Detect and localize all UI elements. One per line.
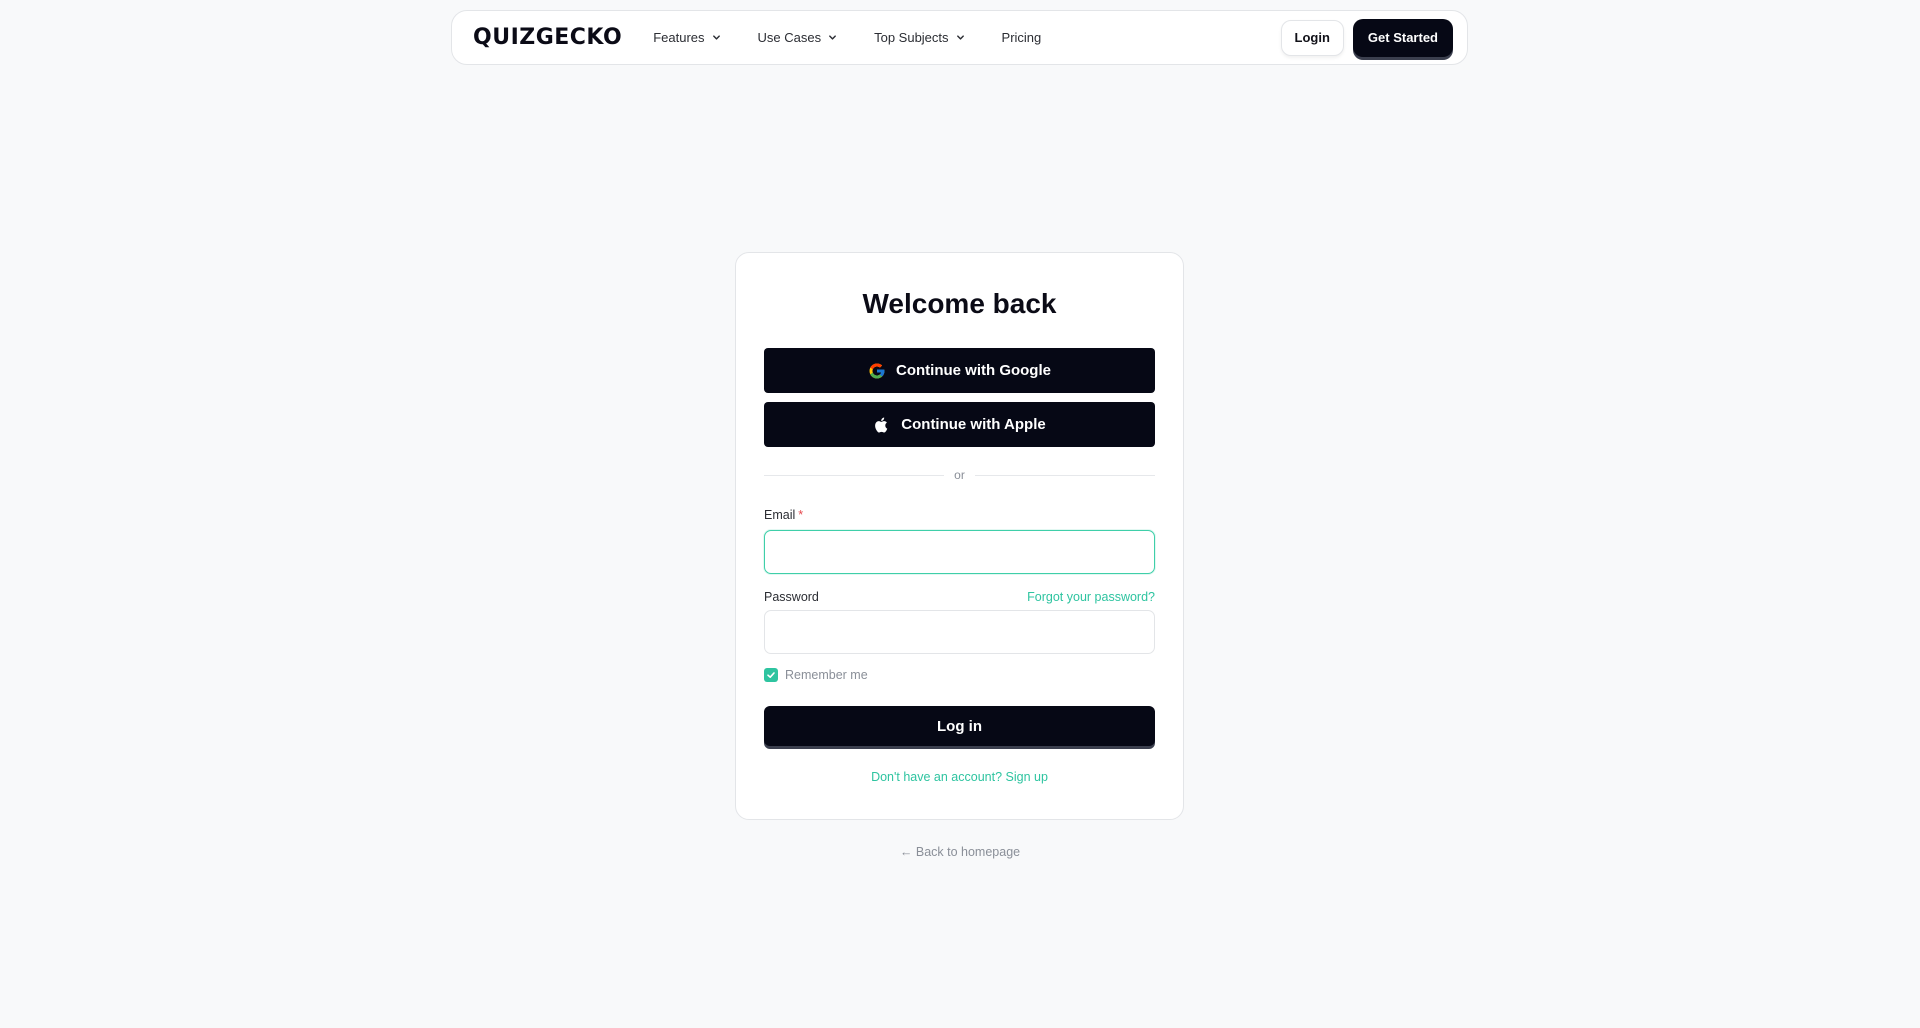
- or-divider: or: [764, 468, 1156, 482]
- login-card: Welcome back Continue with Google Contin…: [735, 252, 1184, 820]
- google-button-label: Continue with Google: [896, 362, 1051, 379]
- nav-item-label: Features: [653, 30, 705, 45]
- forgot-password-link[interactable]: Forgot your password?: [1027, 590, 1155, 604]
- password-label: Password: [764, 590, 819, 604]
- divider-line: [764, 474, 945, 476]
- nav-links: Features Use Cases Top Subjects Pricing: [653, 30, 1041, 45]
- chevron-down-icon: [956, 35, 964, 40]
- chevron-down-icon: [712, 35, 720, 40]
- get-started-button[interactable]: Get Started: [1352, 18, 1453, 57]
- nav-item-label: Top Subjects: [874, 30, 949, 45]
- quizgecko-logo[interactable]: QUIZGECKO: [473, 25, 622, 50]
- nav-item-pricing[interactable]: Pricing: [1002, 30, 1042, 45]
- chevron-down-icon: [829, 35, 837, 40]
- log-in-button[interactable]: Log in: [764, 706, 1155, 746]
- google-icon: [869, 363, 885, 378]
- nav-item-top-subjects[interactable]: Top Subjects: [874, 30, 964, 45]
- password-field[interactable]: [764, 610, 1155, 654]
- top-navbar: QUIZGECKO Features Use Cases Top Subject…: [451, 10, 1468, 65]
- nav-item-label: Use Cases: [757, 30, 822, 45]
- continue-with-google-button[interactable]: Continue with Google: [764, 348, 1155, 393]
- divider-text: or: [954, 468, 965, 482]
- nav-item-features[interactable]: Features: [653, 30, 720, 45]
- email-label: Email *: [764, 508, 803, 522]
- email-field[interactable]: [764, 530, 1155, 574]
- remember-me-label: Remember me: [785, 668, 868, 682]
- sign-up-link[interactable]: Don't have an account? Sign up: [736, 770, 1183, 784]
- apple-icon: [875, 417, 888, 433]
- apple-button-label: Continue with Apple: [901, 416, 1046, 433]
- back-to-homepage-link[interactable]: ← Back to homepage: [0, 845, 1920, 859]
- page-title: Welcome back: [862, 288, 1057, 319]
- nav-item-label: Pricing: [1001, 30, 1042, 45]
- required-mark: *: [798, 508, 804, 522]
- nav-item-use-cases[interactable]: Use Cases: [758, 30, 838, 45]
- remember-me-checkbox[interactable]: [764, 668, 778, 682]
- remember-me[interactable]: Remember me: [764, 668, 868, 682]
- email-label-text: Email: [764, 508, 796, 522]
- divider-line: [974, 474, 1156, 476]
- continue-with-apple-button[interactable]: Continue with Apple: [764, 402, 1155, 447]
- checkmark-icon: [767, 672, 775, 678]
- nav-actions: Login Get Started: [1280, 18, 1453, 57]
- nav-login-button[interactable]: Login: [1280, 19, 1344, 56]
